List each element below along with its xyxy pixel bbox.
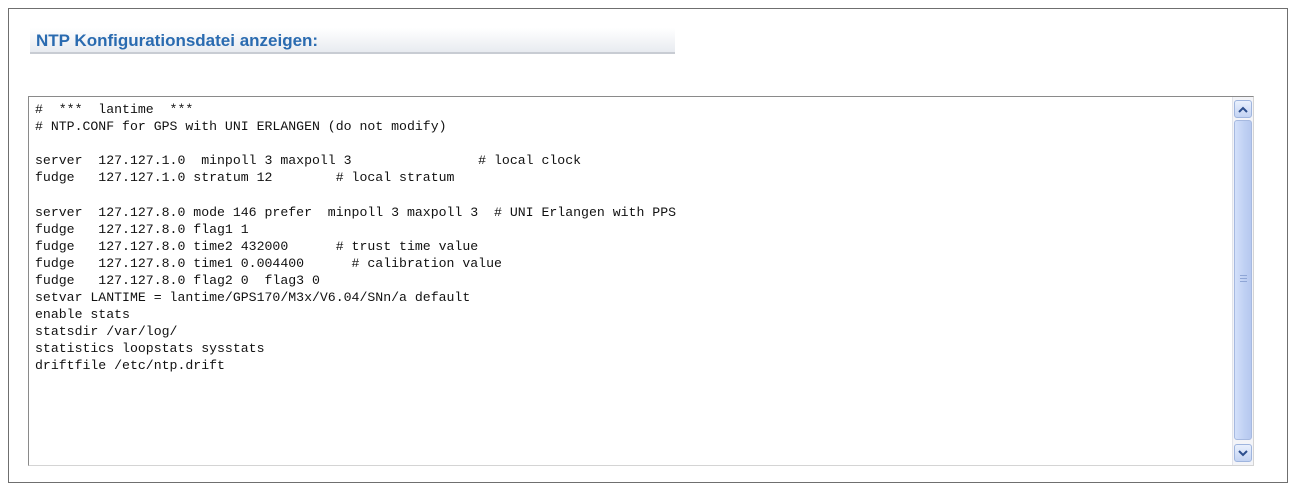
section-title: NTP Konfigurationsdatei anzeigen:: [36, 31, 319, 50]
scroll-up-button[interactable]: [1234, 100, 1252, 118]
arrow-down-icon: [1238, 449, 1248, 456]
config-text: # *** lantime *** # NTP.CONF for GPS wit…: [35, 102, 677, 374]
section-header: NTP Konfigurationsdatei anzeigen:: [30, 28, 675, 54]
arrow-up-icon: [1238, 106, 1248, 113]
vertical-scrollbar[interactable]: [1232, 97, 1253, 465]
scrollbar-thumb[interactable]: [1234, 120, 1252, 440]
scroll-down-button[interactable]: [1234, 444, 1252, 462]
ntp-config-textarea[interactable]: # *** lantime *** # NTP.CONF for GPS wit…: [28, 96, 1254, 466]
thumb-grip: [1240, 281, 1247, 282]
thumb-grip: [1240, 275, 1247, 276]
thumb-grip: [1240, 278, 1247, 279]
